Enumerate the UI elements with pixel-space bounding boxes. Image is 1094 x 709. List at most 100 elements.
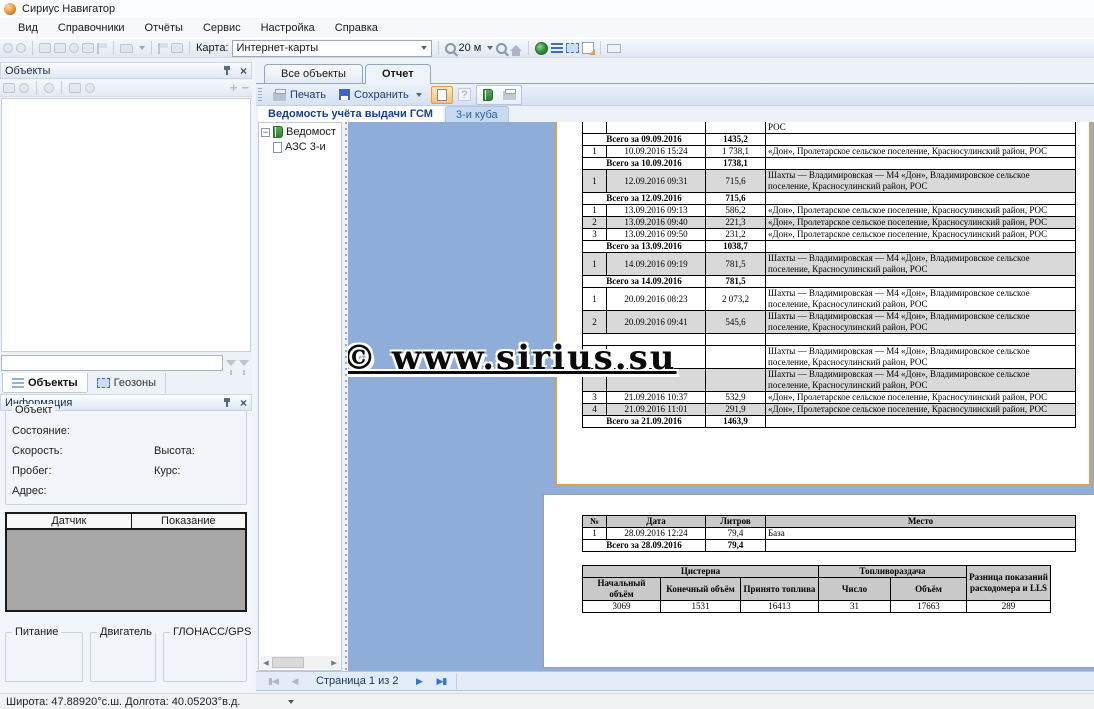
single-page-view-button[interactable] [431, 86, 453, 104]
save-dropdown-arrow-icon[interactable] [416, 93, 422, 97]
notes-icon[interactable] [582, 42, 594, 54]
menu-otchety[interactable]: Отчёты [135, 20, 193, 36]
vehicle-icon[interactable] [69, 83, 81, 93]
zoom-icon[interactable] [16, 43, 26, 53]
tree-horizontal-scrollbar[interactable] [260, 656, 340, 669]
coordinates-dropdown-icon[interactable] [288, 700, 294, 704]
menu-nastroika[interactable]: Настройка [251, 20, 325, 36]
legend-list-icon[interactable] [551, 43, 563, 53]
print-button[interactable]: Печать [269, 88, 330, 102]
close-icon[interactable] [240, 66, 247, 76]
save-button[interactable]: Сохранить [335, 88, 426, 102]
total-liters: 781,5 [706, 276, 766, 288]
scroll-right-icon[interactable] [328, 659, 340, 667]
row-liters: 545,6 [706, 311, 766, 334]
map-mode-icon[interactable] [39, 43, 51, 53]
row-date: 13.09.2016 09:40 [607, 217, 706, 229]
filter-clear-icon[interactable] [239, 360, 249, 366]
geozone-icon [97, 378, 110, 388]
tree-node-label: Ведомость [286, 126, 336, 138]
rect-select-icon[interactable] [82, 43, 94, 53]
filter-icon[interactable] [226, 360, 236, 366]
next-page-button[interactable] [408, 673, 430, 689]
minus-icon[interactable]: − [241, 83, 249, 93]
plus-icon[interactable]: + [230, 83, 238, 93]
add-object-icon[interactable] [3, 83, 15, 93]
first-page-button[interactable] [262, 673, 284, 689]
polygon-select-icon[interactable] [54, 43, 66, 53]
filter-input[interactable] [1, 355, 223, 371]
menu-spravochniki[interactable]: Справочники [48, 20, 135, 36]
tab-3i-kuba[interactable]: 3-и куба [445, 106, 509, 122]
map-show-icon[interactable] [44, 83, 54, 93]
scrollbar-thumb[interactable] [272, 657, 304, 668]
previous-page-button[interactable] [284, 673, 306, 689]
globe-icon[interactable] [535, 42, 548, 55]
volume-header: Объём [891, 578, 967, 601]
zoom-out-icon[interactable] [496, 43, 507, 54]
row-liters: 79,4 [706, 528, 766, 540]
mail-icon[interactable] [607, 44, 621, 53]
geozone-icon[interactable] [566, 43, 579, 53]
circle-select-icon[interactable] [69, 43, 79, 53]
tab-objects[interactable]: Объекты [2, 373, 88, 393]
scroll-left-icon[interactable] [260, 659, 272, 667]
toolbar-grip[interactable] [258, 88, 262, 102]
objects-list[interactable] [1, 98, 251, 352]
row-liters [706, 346, 766, 369]
tab-report[interactable]: Отчет [365, 64, 431, 84]
row-place: Шахты — Владимировская — М4 «Дон», Влади… [766, 170, 1076, 193]
tree-node-vedomost[interactable]: Ведомость [261, 126, 341, 138]
measure-icon[interactable] [158, 43, 168, 54]
height-label: Высота: [154, 445, 195, 457]
page-setup-button[interactable] [499, 86, 521, 104]
sensor-table[interactable]: Датчик Показание [5, 512, 247, 612]
scale-dropdown-arrow-icon[interactable] [487, 46, 493, 50]
layers-dropdown-icon[interactable] [120, 44, 133, 53]
menu-servis[interactable]: Сервис [193, 20, 251, 36]
report-total-row: Всего за 21.09.20161463,9 [583, 416, 1076, 428]
scrollbar-track[interactable] [272, 656, 328, 669]
pan-hand-icon[interactable] [3, 43, 13, 53]
pin-icon[interactable] [223, 398, 232, 407]
report-viewer[interactable]: РОСВсего за 09.09.20161435,2110.09.2016 … [348, 122, 1094, 671]
menu-spravka[interactable]: Справка [325, 20, 388, 36]
row-date: 14.09.2016 09:19 [607, 253, 706, 276]
row-num: 1 [583, 253, 607, 276]
zoom-in-icon[interactable] [445, 43, 456, 54]
objects-panel: Объекты + − Объекты [0, 62, 252, 393]
printer-icon [273, 92, 286, 101]
close-icon[interactable] [240, 398, 247, 408]
page-setup-icon [503, 91, 516, 100]
mileage-label: Пробег: [12, 465, 52, 477]
help-button[interactable]: ? [458, 88, 471, 101]
tree-node-azs[interactable]: АЗС 3-и [273, 141, 341, 153]
pin-icon[interactable] [223, 66, 232, 75]
vehicle-icon[interactable] [171, 43, 183, 53]
track-icon[interactable] [19, 83, 29, 93]
tree-collapse-icon[interactable] [261, 128, 270, 137]
end-volume-header: Конечный объём [661, 578, 741, 601]
scale-value[interactable]: 20 м [459, 42, 482, 54]
tab-all-objects[interactable]: Все объекты [264, 64, 363, 83]
report-total-row: Всего за 13.09.20161038,7 [583, 241, 1076, 253]
row-place: Шахты — Владимировская — М4 «Дон», Влади… [766, 288, 1076, 311]
last-page-button[interactable] [430, 673, 452, 689]
toolbar-separator [189, 41, 190, 55]
map-source-combobox[interactable]: Интернет-карты [232, 40, 432, 57]
row-date: 21.09.2016 11:01 [607, 404, 706, 416]
tab-report-label: Отчет [382, 68, 414, 80]
sensor-table-header: Датчик Показание [7, 514, 245, 530]
report-data-row: 113.09.2016 09:13586,2«Дон», Пролетарско… [583, 205, 1076, 217]
tab-geozones[interactable]: Геозоны [88, 373, 166, 393]
document-tabs: Все объекты Отчет [256, 60, 1094, 84]
follow-icon[interactable] [85, 83, 95, 93]
layers-dropdown-arrow-icon[interactable] [139, 46, 145, 50]
ruler-flag-icon[interactable] [97, 43, 107, 54]
report-book-button[interactable] [477, 86, 499, 104]
watermark: © www.sirius.su [348, 338, 677, 378]
tab-vedomost-gsm[interactable]: Ведомость учёта выдачи ГСМ [258, 106, 443, 122]
pager-divider [456, 673, 457, 689]
menu-vid[interactable]: Вид [8, 20, 48, 36]
home-icon[interactable] [510, 45, 522, 51]
